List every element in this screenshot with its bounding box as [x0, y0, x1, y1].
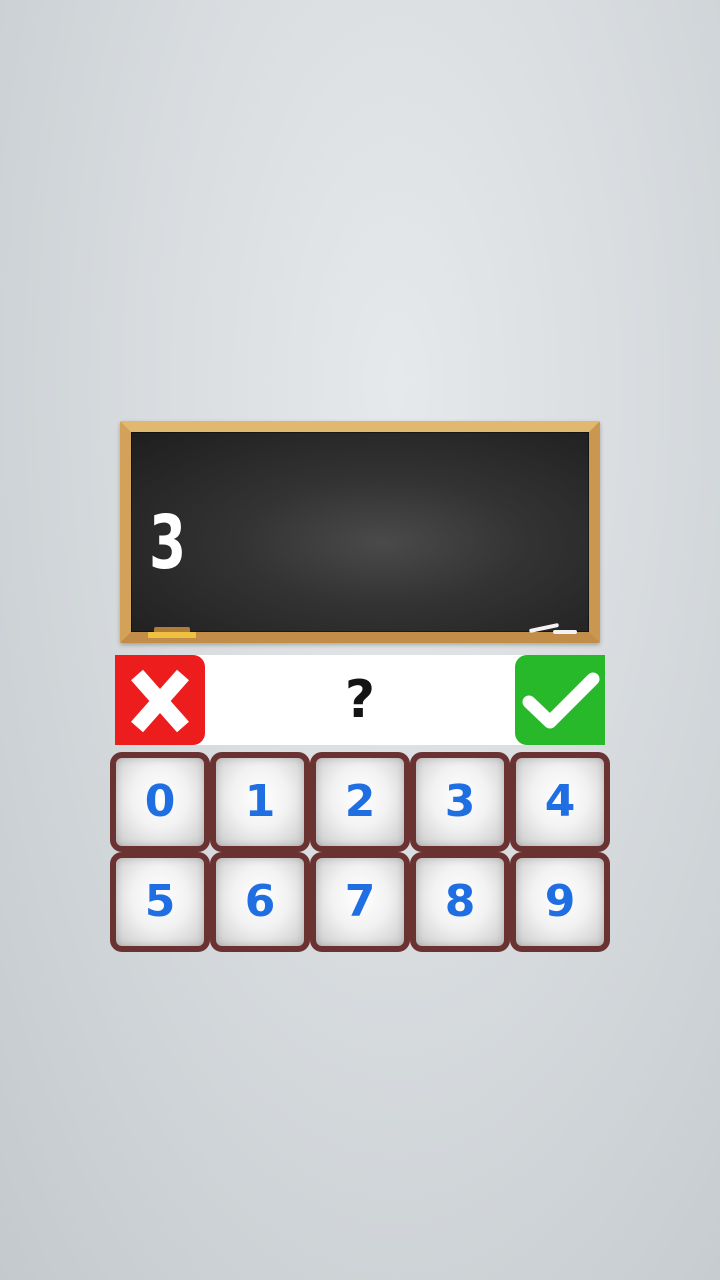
key-7[interactable]: 7	[310, 852, 410, 952]
answer-bar: ?	[115, 655, 605, 745]
checkmark-icon	[522, 672, 600, 729]
key-6[interactable]: 6	[210, 852, 310, 952]
key-4[interactable]: 4	[510, 752, 610, 852]
answer-display: ?	[344, 670, 376, 730]
submit-button[interactable]	[515, 655, 605, 745]
close-icon	[131, 669, 189, 733]
eraser-icon	[148, 627, 196, 638]
key-8[interactable]: 8	[410, 852, 510, 952]
key-2[interactable]: 2	[310, 752, 410, 852]
key-9[interactable]: 9	[510, 852, 610, 952]
number-keypad: 0 1 2 3 4 5 6 7 8 9	[110, 752, 610, 952]
key-0[interactable]: 0	[110, 752, 210, 852]
key-1[interactable]: 1	[210, 752, 310, 852]
key-5[interactable]: 5	[110, 852, 210, 952]
board-number: 3	[149, 500, 187, 586]
chalk-icon	[553, 630, 577, 634]
chalkboard: 3	[120, 421, 600, 643]
key-3[interactable]: 3	[410, 752, 510, 852]
clear-button[interactable]	[115, 655, 205, 745]
